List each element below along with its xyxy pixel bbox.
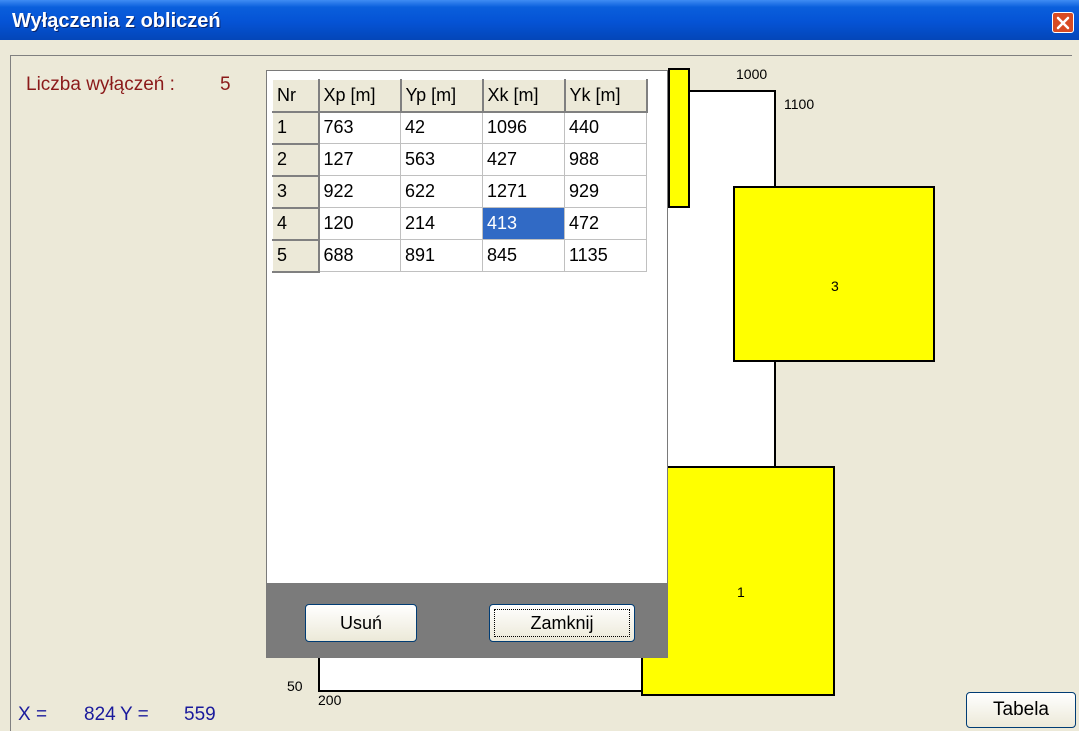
row-number[interactable]: 1 [272, 111, 320, 145]
cell-xk[interactable]: 1271 [482, 175, 565, 208]
rect-1-label: 1 [737, 584, 745, 600]
exclusion-rect-1: 1 [641, 466, 835, 696]
row-number[interactable]: 4 [272, 207, 320, 241]
cell-xk[interactable]: 845 [482, 239, 565, 272]
table-row[interactable]: 5 688 891 845 1135 [272, 239, 647, 273]
y-coord-value: 559 [184, 704, 216, 725]
cell-yk[interactable]: 929 [564, 175, 647, 208]
exclusions-table-dialog: Nr Xp [m] Yp [m] Xk [m] Yk [m] 1 763 42 … [266, 70, 668, 658]
cell-xp[interactable]: 688 [318, 239, 401, 272]
focus-rectangle [494, 609, 630, 637]
axis-label-1000: 1000 [736, 66, 768, 82]
table-row[interactable]: 4 120 214 413 472 [272, 207, 647, 241]
close-icon [1056, 16, 1070, 30]
cell-yp[interactable]: 214 [400, 207, 483, 240]
y-coord-label: Y = [120, 704, 149, 725]
cell-xk[interactable]: 1096 [482, 111, 565, 144]
column-header-nr[interactable]: Nr [272, 79, 320, 113]
cell-yk[interactable]: 472 [564, 207, 647, 240]
x-coord-value: 824 [84, 704, 116, 725]
title-bar: Wyłączenia z obliczeń [0, 0, 1079, 40]
column-header-xk[interactable]: Xk [m] [482, 79, 566, 113]
axis-label-50: 50 [287, 678, 303, 694]
table-row[interactable]: 3 922 622 1271 929 [272, 175, 647, 209]
exclusion-rect-3: 3 [733, 186, 935, 362]
cell-yk[interactable]: 988 [564, 143, 647, 176]
cell-yp[interactable]: 891 [400, 239, 483, 272]
row-number[interactable]: 2 [272, 143, 320, 177]
column-header-xp[interactable]: Xp [m] [318, 79, 402, 113]
cell-xk-selected[interactable]: 413 [482, 207, 565, 240]
exclusion-rect-top [668, 68, 690, 208]
column-header-yk[interactable]: Yk [m] [564, 79, 648, 113]
close-button[interactable]: Zamknij [489, 604, 635, 642]
column-header-yp[interactable]: Yp [m] [400, 79, 484, 113]
cell-yp[interactable]: 42 [400, 111, 483, 144]
exclusion-count-label: Liczba wyłączeń : [26, 74, 175, 95]
cell-yk[interactable]: 440 [564, 111, 647, 144]
cell-yp[interactable]: 622 [400, 175, 483, 208]
table-row[interactable]: 1 763 42 1096 440 [272, 111, 647, 145]
close-window-button[interactable] [1052, 12, 1074, 33]
cell-xp[interactable]: 120 [318, 207, 401, 240]
cell-yk[interactable]: 1135 [564, 239, 647, 272]
cell-yp[interactable]: 563 [400, 143, 483, 176]
row-number[interactable]: 5 [272, 239, 320, 273]
window-title: Wyłączenia z obliczeń [12, 10, 221, 32]
cell-xp[interactable]: 763 [318, 111, 401, 144]
rect-3-label: 3 [831, 278, 839, 294]
axis-label-1100: 1100 [784, 96, 815, 112]
x-coord-label: X = [18, 704, 48, 725]
delete-button[interactable]: Usuń [305, 604, 417, 642]
cell-xk[interactable]: 427 [482, 143, 565, 176]
grid-header-row: Nr Xp [m] Yp [m] Xk [m] Yk [m] [272, 79, 648, 113]
axis-label-200: 200 [318, 692, 342, 708]
exclusions-grid: Nr Xp [m] Yp [m] Xk [m] Yk [m] 1 763 42 … [272, 79, 648, 273]
row-number[interactable]: 3 [272, 175, 320, 209]
cell-xp[interactable]: 127 [318, 143, 401, 176]
table-row[interactable]: 2 127 563 427 988 [272, 143, 647, 177]
table-button[interactable]: Tabela [966, 692, 1076, 728]
cell-xp[interactable]: 922 [318, 175, 401, 208]
exclusion-count-value: 5 [220, 74, 231, 95]
